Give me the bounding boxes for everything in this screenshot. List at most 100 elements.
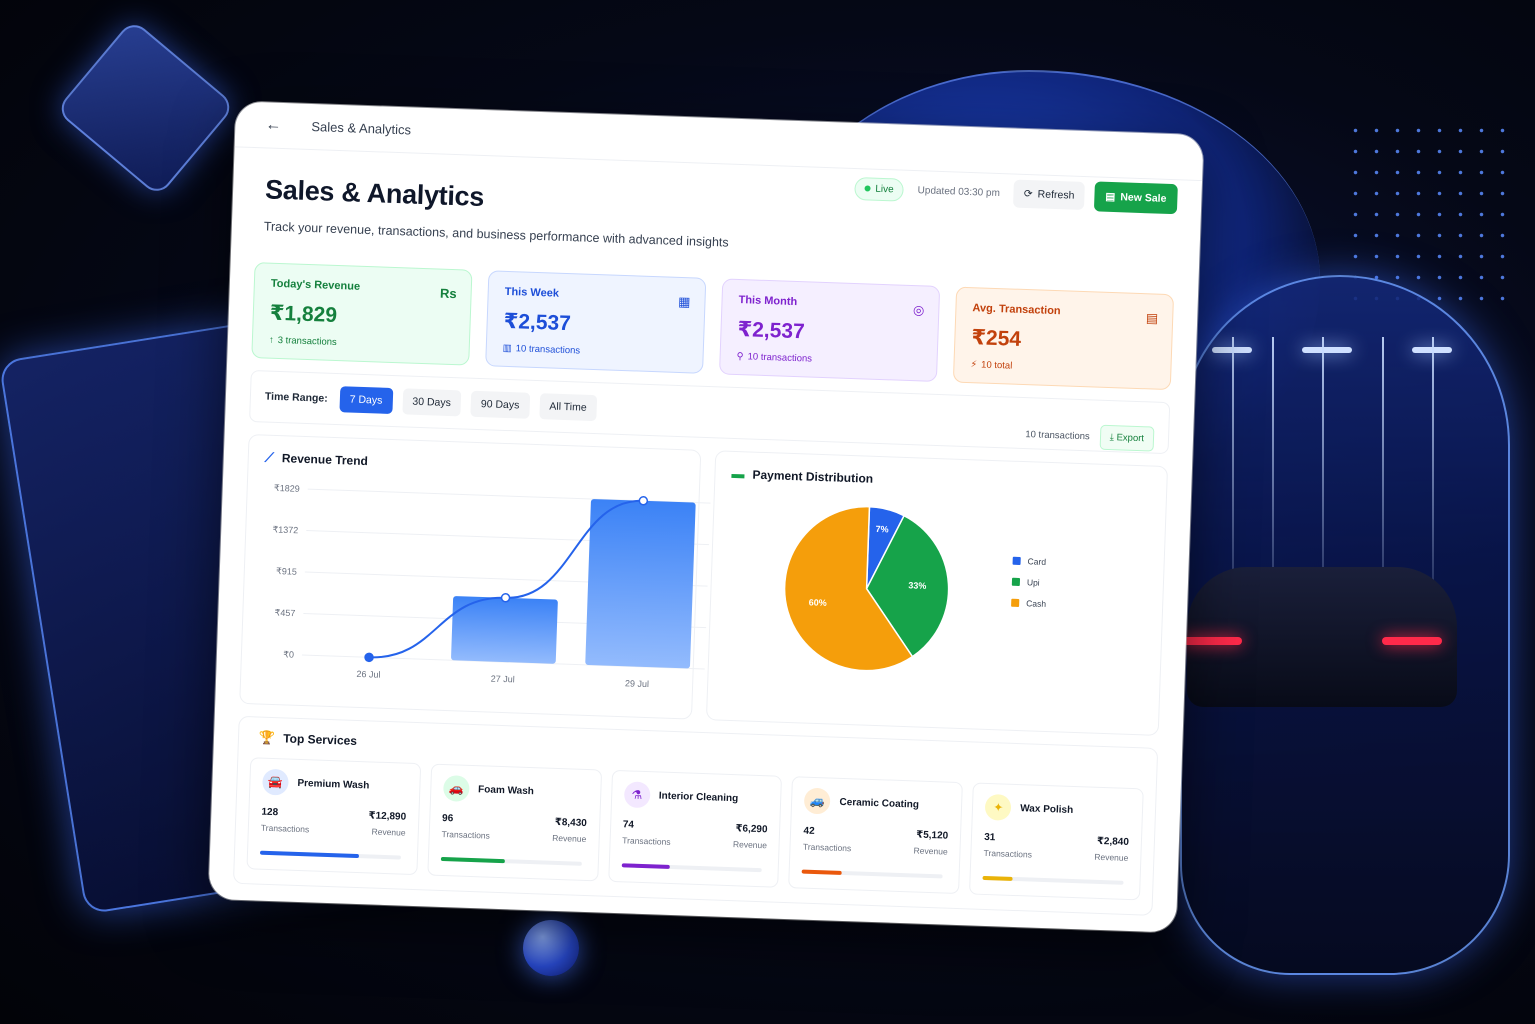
legend-label: Upi [1026, 577, 1040, 588]
car-wash-photo [1180, 275, 1510, 975]
refresh-icon: ⟳ [1023, 187, 1033, 201]
new-sale-button[interactable]: ▤ New Sale [1093, 181, 1178, 215]
service-progress-fill [802, 869, 842, 875]
service-transactions-label: Transactions [441, 828, 491, 841]
decorative-orb [523, 920, 579, 976]
service-progress-track [440, 856, 582, 866]
service-card[interactable]: ⚗ Interior Cleaning 74 Transactions ₹6,290 Re… [607, 769, 783, 888]
chip-90-days[interactable]: 90 Days [470, 390, 530, 419]
service-revenue-label: Revenue [1094, 851, 1129, 863]
service-progress-fill [621, 863, 670, 869]
pie-slice-label: 7% [875, 524, 888, 534]
download-icon: ⤓ [1109, 431, 1115, 443]
receipt-icon: ▤ [1145, 310, 1159, 326]
service-name: Ceramic Coating [839, 796, 920, 811]
service-revenue: ₹8,430 [554, 816, 588, 830]
dashboard-card: ← Sales & Analytics Sales & Analytics Tr… [208, 101, 1204, 933]
service-revenue-label: Revenue [371, 826, 406, 838]
stat-label: Today's Revenue [270, 277, 361, 293]
x-tick-label: 29 Jul [625, 678, 649, 689]
transaction-count: 10 transactions [1025, 428, 1090, 442]
service-progress-fill [259, 850, 359, 859]
time-range-label: Time Range: [264, 390, 328, 405]
legend-item-upi[interactable]: Upi [1011, 577, 1047, 588]
service-name: Wax Polish [1020, 802, 1074, 816]
stat-card-this-week: This Week ₹2,537 ▥ 10 transactions ▦ [485, 270, 707, 374]
service-progress-track [621, 863, 763, 873]
bar [585, 499, 696, 669]
updated-timestamp: Updated 03:30 pm [917, 184, 1001, 199]
service-revenue: ₹12,890 [368, 810, 407, 823]
trend-point [638, 496, 649, 506]
arrow-up-icon: ↑ [268, 334, 274, 346]
service-card[interactable]: ✦ Wax Polish 31 Transactions ₹2,840 Revenue [969, 782, 1144, 901]
service-name: Foam Wash [477, 783, 535, 797]
service-transactions-label: Transactions [622, 835, 671, 847]
stat-sub: ⚲ 10 transactions [736, 350, 813, 365]
car-icon: 🚗 [442, 775, 470, 802]
service-transactions-label: Transactions [260, 822, 310, 835]
trophy-icon: 🏆 [258, 729, 276, 746]
service-card[interactable]: 🚘 Premium Wash 128 Transactions ₹12,890 Reven… [246, 757, 422, 876]
chip-30-days[interactable]: 30 Days [401, 388, 462, 417]
charts-row: ⟋ Revenue Trend ₹0 ₹457 ₹915 ₹1372 ₹1829 26 J… [239, 433, 1169, 736]
breadcrumb: Sales & Analytics [311, 118, 412, 138]
trend-point [500, 593, 511, 603]
chip-7-days[interactable]: 7 Days [339, 386, 393, 414]
user-icon: ⚲ [736, 350, 744, 363]
y-tick-label: ₹0 [283, 649, 294, 659]
chip-all-time[interactable]: All Time [538, 393, 598, 422]
revenue-trend-title: Revenue Trend [281, 451, 369, 469]
stat-sub: ▥ 10 transactions [502, 342, 581, 357]
live-dot-icon [864, 185, 871, 192]
line-chart-icon: ⟋ [264, 449, 275, 465]
legend-item-card[interactable]: Card [1012, 556, 1047, 567]
stat-sub: ↑ 3 transactions [268, 334, 337, 349]
service-transactions: 74 [622, 819, 635, 831]
calendar-icon: ▦ [677, 293, 691, 310]
lightning-icon: ⚡ [970, 359, 978, 371]
stat-label: This Week [504, 285, 560, 300]
live-label: Live [875, 183, 894, 195]
service-card[interactable]: 🚙 Ceramic Coating 42 Transactions ₹5,120 Reve… [788, 776, 964, 895]
service-name: Premium Wash [297, 777, 370, 791]
y-tick-label: ₹915 [276, 566, 297, 577]
legend-label: Card [1027, 556, 1047, 567]
decorative-glass-square [55, 18, 236, 198]
refresh-label: Refresh [1037, 188, 1075, 202]
service-progress-track [982, 875, 1124, 885]
payment-pie-chart: 7% 33% 60% [783, 505, 950, 672]
refresh-button[interactable]: ⟳ Refresh [1013, 179, 1085, 211]
service-transactions-label: Transactions [802, 841, 852, 854]
service-card[interactable]: 🚗 Foam Wash 96 Transactions ₹8,430 Revenue [427, 763, 602, 882]
target-icon: ◎ [912, 302, 925, 318]
service-progress-track [802, 869, 943, 879]
stat-value: ₹2,537 [503, 309, 572, 336]
pie-slice-label: 60% [809, 597, 827, 608]
service-revenue-label: Revenue [913, 845, 948, 857]
back-arrow-icon[interactable]: ← [265, 116, 282, 135]
legend-label: Cash [1026, 598, 1047, 609]
credit-card-icon: ▬ [731, 465, 745, 482]
stat-card-todays-revenue: Today's Revenue ₹1,829 ↑ 3 transactions R… [251, 262, 473, 366]
export-label: Export [1116, 431, 1145, 444]
top-services-section: 🏆 Top Services 🚘 Premium Wash 128 Transacti… [232, 715, 1159, 916]
top-services-title: Top Services [282, 731, 358, 748]
export-button[interactable]: ⤓ Export [1099, 424, 1155, 452]
pie-legend: Card Upi Cash [1011, 556, 1048, 620]
service-revenue-label: Revenue [732, 839, 768, 851]
y-tick-label: ₹457 [274, 608, 295, 619]
trend-point [364, 652, 374, 663]
legend-item-cash[interactable]: Cash [1011, 598, 1046, 609]
car-wash-icon: 🚘 [262, 768, 289, 796]
legend-swatch [1012, 556, 1021, 566]
service-transactions: 31 [983, 831, 996, 844]
service-progress-track [259, 850, 401, 860]
y-tick-label: ₹1372 [272, 524, 298, 535]
service-revenue: ₹5,120 [916, 829, 949, 842]
shield-car-icon: 🚙 [804, 787, 831, 815]
stat-label: This Month [738, 294, 798, 309]
rupee-icon: Rs [439, 285, 457, 302]
service-revenue: ₹2,840 [1096, 835, 1130, 848]
revenue-trend-chart: ₹0 ₹457 ₹915 ₹1372 ₹1829 26 Jul 27 Jul 29 Jul [272, 483, 711, 689]
